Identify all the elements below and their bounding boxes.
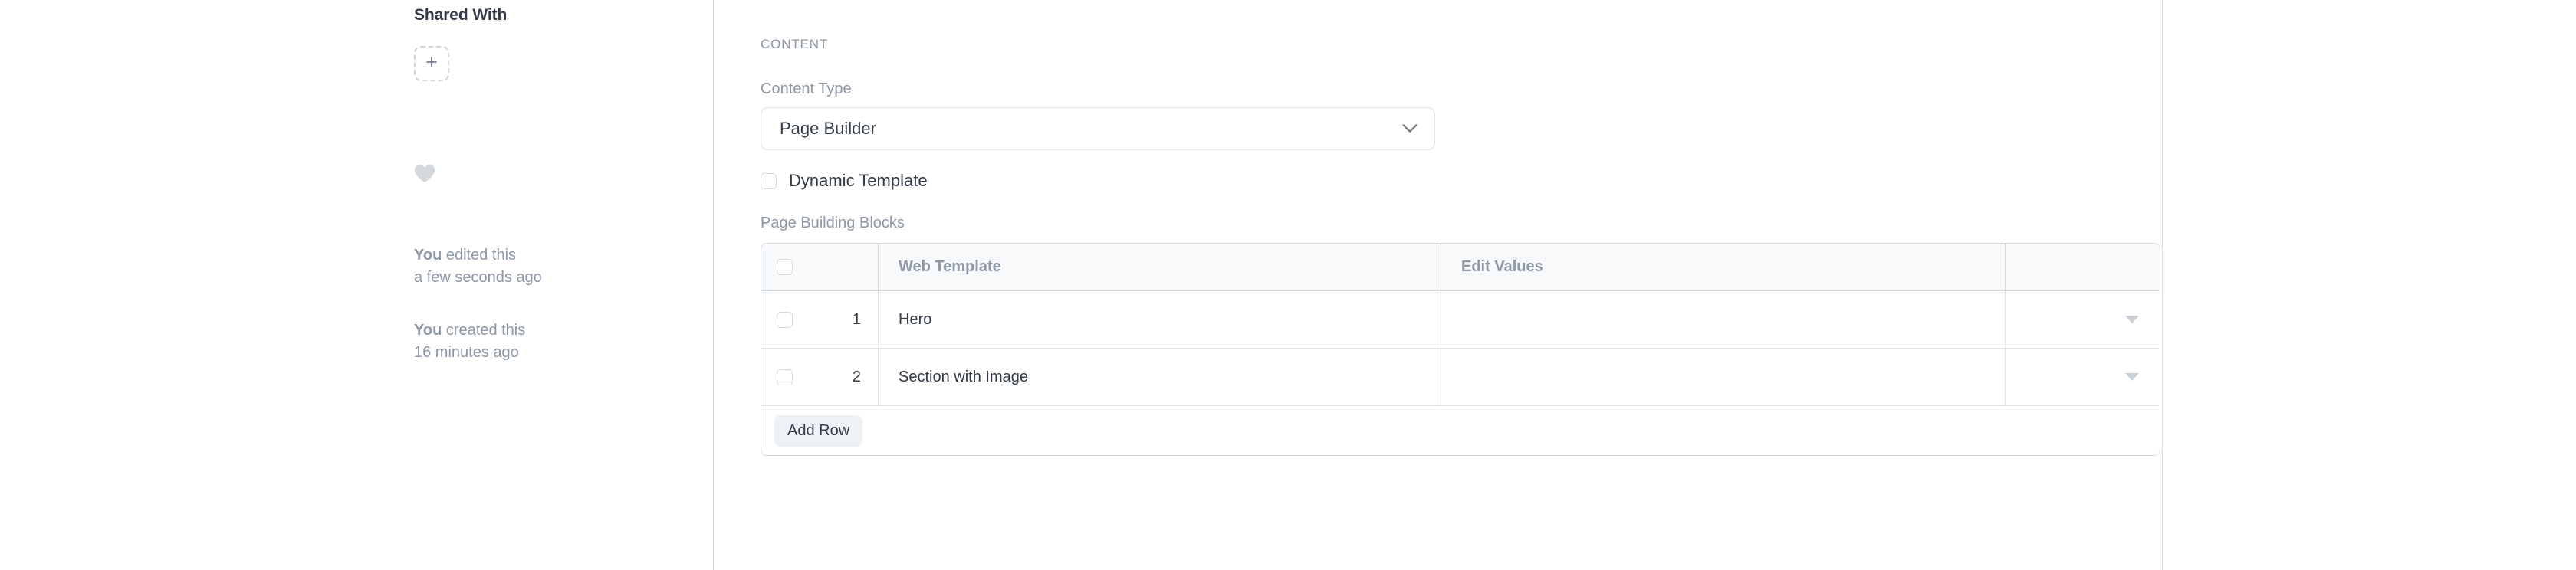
table-header-row: Web Template Edit Values <box>761 244 2160 291</box>
caret-down-icon[interactable] <box>2125 373 2139 381</box>
cell-edit-values[interactable] <box>1441 291 2005 348</box>
row-checkbox[interactable] <box>777 369 793 385</box>
activity-actor: You <box>414 247 442 264</box>
table-row[interactable]: 1 Hero <box>761 291 2160 349</box>
chevron-down-icon <box>1402 124 1418 134</box>
table-row[interactable]: 2 Section with Image <box>761 349 2160 406</box>
activity-item: You created this 16 minutes ago <box>414 319 698 364</box>
page-building-blocks-label: Page Building Blocks <box>761 215 2141 232</box>
page-building-blocks-table: Web Template Edit Values 1 Hero <box>761 243 2160 456</box>
cell-edit-values[interactable] <box>1441 349 2005 405</box>
activity-actor: You <box>414 322 442 339</box>
content-type-select[interactable]: Page Builder <box>761 107 1435 150</box>
dynamic-template-label: Dynamic Template <box>789 171 928 191</box>
heart-icon <box>414 164 435 183</box>
cell-web-template[interactable]: Section with Image <box>878 349 1441 405</box>
dynamic-template-row[interactable]: Dynamic Template <box>761 171 2141 191</box>
sidebar-pane: Shared With + You edited this a few seco… <box>0 0 713 570</box>
activity-item: You edited this a few seconds ago <box>414 244 698 289</box>
app-screen: Shared With + You edited this a few seco… <box>0 0 2576 570</box>
plus-icon: + <box>426 52 438 73</box>
sidebar-content: Shared With + You edited this a few seco… <box>414 0 698 364</box>
activity-timestamp: 16 minutes ago <box>414 342 698 364</box>
select-all-cell[interactable] <box>761 244 807 290</box>
main-pane: CONTENT Content Type Page Builder Dynami… <box>714 0 2162 570</box>
caret-down-icon[interactable] <box>2125 316 2139 323</box>
header-action-cell <box>2005 244 2160 290</box>
main-content: CONTENT Content Type Page Builder Dynami… <box>761 0 2141 456</box>
shared-with-heading: Shared With <box>414 6 698 25</box>
row-select-cell[interactable] <box>761 291 807 348</box>
header-edit-values: Edit Values <box>1441 244 2005 290</box>
header-index-cell <box>807 244 878 290</box>
activity-action: edited this <box>442 247 516 264</box>
content-section-heading: CONTENT <box>761 37 2141 52</box>
row-select-cell[interactable] <box>761 349 807 405</box>
activity-text: You edited this <box>414 244 698 267</box>
table-footer: Add Row <box>761 406 2160 455</box>
dynamic-template-checkbox[interactable] <box>761 173 777 189</box>
like-button[interactable] <box>414 160 445 186</box>
row-index: 1 <box>807 291 878 348</box>
add-row-button[interactable]: Add Row <box>774 415 863 447</box>
add-shared-user-button[interactable]: + <box>414 46 449 81</box>
content-type-value: Page Builder <box>761 119 876 139</box>
header-web-template: Web Template <box>878 244 1441 290</box>
row-checkbox[interactable] <box>777 312 793 328</box>
activity-action: created this <box>442 322 525 339</box>
row-expand-cell[interactable] <box>2005 291 2160 348</box>
row-index: 2 <box>807 349 878 405</box>
row-expand-cell[interactable] <box>2005 349 2160 405</box>
cell-web-template[interactable]: Hero <box>878 291 1441 348</box>
right-pane <box>2163 0 2576 570</box>
content-type-label: Content Type <box>761 80 2141 98</box>
select-all-checkbox[interactable] <box>777 259 793 275</box>
activity-log: You edited this a few seconds ago You cr… <box>414 244 698 364</box>
activity-text: You created this <box>414 319 698 342</box>
activity-timestamp: a few seconds ago <box>414 267 698 289</box>
